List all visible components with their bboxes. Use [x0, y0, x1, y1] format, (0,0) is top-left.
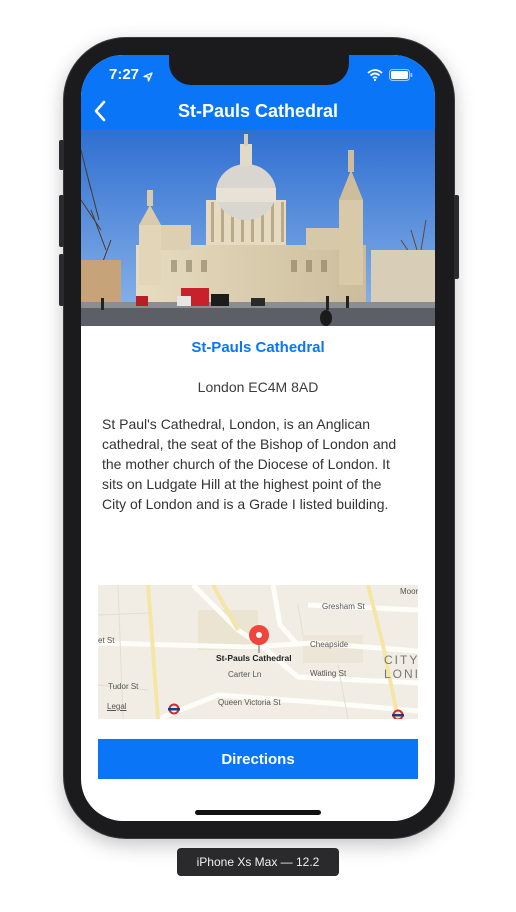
- place-title: St-Pauls Cathedral: [191, 339, 325, 356]
- device-caption: iPhone Xs Max — 12.2: [177, 848, 339, 876]
- map-pin-label: St-Pauls Cathedral: [216, 653, 292, 663]
- map-street-label: et St: [98, 636, 115, 645]
- volume-down-button: [59, 254, 64, 306]
- place-description: St Paul's Cathedral, London, is an Angli…: [102, 416, 397, 512]
- status-time: 7:27: [109, 66, 140, 83]
- map-view[interactable]: Gresham St Cheapside Watling St Carter L…: [98, 585, 418, 719]
- nav-title: St-Pauls Cathedral: [177, 101, 339, 121]
- map-street-label: Tudor St: [108, 682, 139, 691]
- map-area-label: LONI: [384, 667, 418, 681]
- cathedral-photo: [81, 130, 435, 326]
- power-button: [454, 195, 459, 279]
- map-area-label: CITY: [384, 653, 418, 667]
- map-legal-link[interactable]: Legal: [107, 702, 127, 711]
- volume-up-button: [59, 195, 64, 247]
- map-street-label: Cheapside: [310, 640, 349, 649]
- directions-button[interactable]: Directions: [98, 739, 418, 779]
- map-street-label: Carter Ln: [228, 670, 262, 679]
- home-indicator: [195, 810, 321, 815]
- place-address: London EC4M 8AD: [197, 379, 319, 395]
- map-street-label: Watling St: [310, 669, 347, 678]
- location-arrow-icon: [143, 69, 153, 87]
- map-street-label: Queen Victoria St: [218, 698, 281, 707]
- mute-switch: [59, 140, 64, 170]
- screen: 7:27 St-Pauls Cathedral St-Pauls Cathedr…: [81, 55, 435, 821]
- wifi-icon: [367, 68, 383, 86]
- notch: [169, 55, 349, 85]
- map-street-label: Gresham St: [322, 602, 365, 611]
- map-street-label: Moorg: [400, 587, 418, 596]
- battery-icon: [389, 68, 413, 86]
